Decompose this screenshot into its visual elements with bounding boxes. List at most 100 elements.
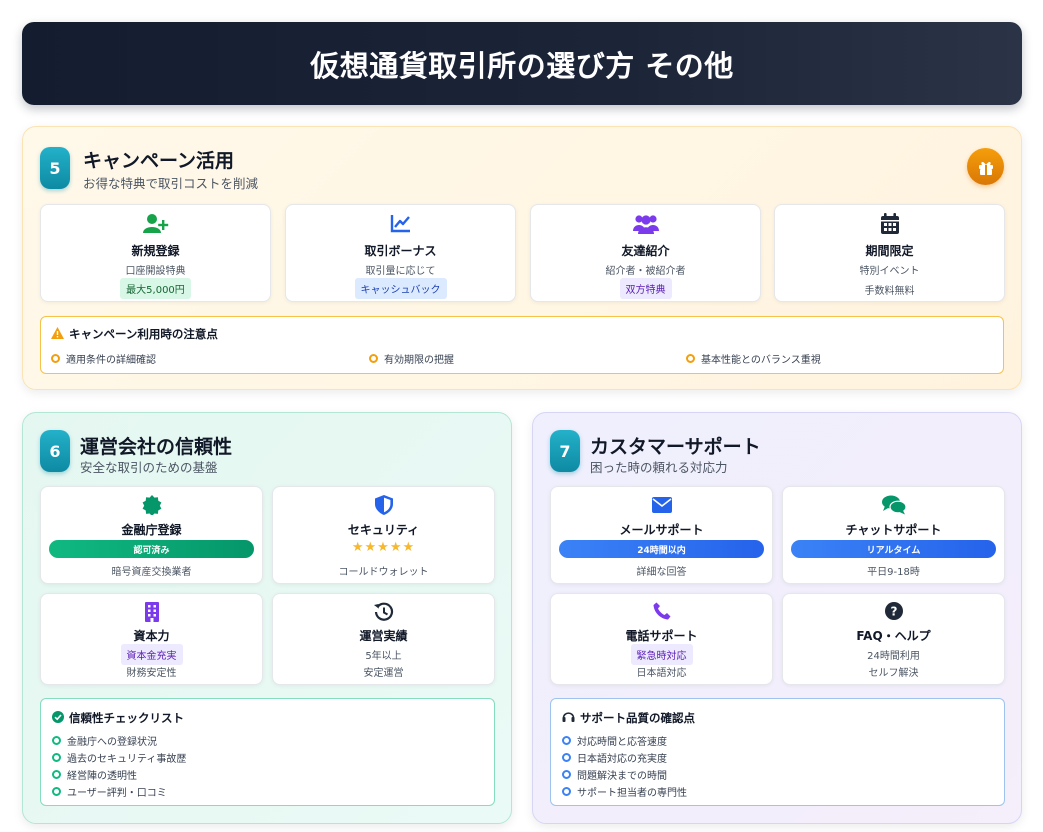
card-tag: 最大5,000円: [120, 278, 191, 299]
card-subtitle: 紹介者・被紹介者: [605, 266, 686, 277]
checklist-item: 対応時間と応答速度: [562, 733, 667, 748]
section-operator-trust: 6 運営会社の信頼性 安全な取引のための基盤 金融庁登録 認可済み 暗号資産交換…: [22, 412, 512, 824]
support-card-chat[interactable]: チャットサポート リアルタイム 平日9-18時: [782, 486, 1005, 584]
card-title: 金融庁登録: [121, 523, 182, 537]
bullet-icon: [52, 787, 61, 796]
checklist-title: 信頼性チェックリスト: [69, 711, 184, 725]
section-title: カスタマーサポート: [590, 436, 761, 458]
certificate-icon: [41, 495, 262, 517]
support-card-faq[interactable]: ? FAQ・ヘルプ 24時間利用 セルフ解決: [782, 593, 1005, 685]
card-tag: 双方特典: [619, 278, 672, 299]
card-detail: 24時間利用: [867, 651, 920, 662]
gift-icon[interactable]: [967, 148, 1004, 185]
card-subtitle: 特別イベント: [859, 266, 920, 277]
checklist-item: 過去のセキュリティ事故歴: [52, 750, 186, 765]
card-title: メールサポート: [619, 523, 704, 537]
bullet-icon: [51, 354, 60, 363]
phone-icon: [551, 602, 772, 624]
card-subtitle: 詳細な回答: [636, 567, 687, 578]
card-tag: 資本金充実: [120, 644, 183, 665]
trust-card-capital[interactable]: 資本力 資本金充実 財務安定性: [40, 593, 263, 685]
card-title: 取引ボーナス: [364, 244, 437, 258]
section-subtitle: 困った時の頼れる対応力: [590, 460, 728, 475]
card-subtitle: 財務安定性: [126, 668, 177, 679]
notice-title: キャンペーン利用時の注意点: [69, 327, 218, 341]
campaign-card-signup[interactable]: 新規登録 口座開設特典 最大5,000円: [40, 204, 271, 302]
checklist-title: サポート品質の確認点: [580, 711, 695, 725]
notice-item: 有効期限の把握: [369, 351, 454, 366]
card-title: 電話サポート: [625, 629, 698, 643]
history-icon: [273, 602, 494, 624]
section-title: 運営会社の信頼性: [80, 436, 233, 458]
support-card-phone[interactable]: 電話サポート 緊急時対応 日本語対応: [550, 593, 773, 685]
card-tag: 緊急時対応: [630, 644, 693, 665]
section-number-badge: 7: [550, 430, 580, 472]
svg-text:?: ?: [890, 605, 897, 619]
card-subtitle: 日本語対応: [636, 668, 687, 679]
status-pill: 24時間以内: [559, 540, 764, 558]
bullet-icon: [562, 736, 571, 745]
notice-item: 適用条件の詳細確認: [51, 351, 156, 366]
trust-card-track-record[interactable]: 運営実績 5年以上 安定運営: [272, 593, 495, 685]
section-subtitle: 安全な取引のための基盤: [80, 460, 218, 475]
headset-icon: [562, 711, 575, 726]
checklist-item: サポート担当者の専門性: [562, 784, 687, 799]
card-title: 期間限定: [865, 244, 914, 258]
rating-stars: ★★★★★: [351, 540, 416, 555]
support-checklist: サポート品質の確認点 対応時間と応答速度 日本語対応の充実度 問題解決までの時間…: [550, 698, 1005, 806]
shield-icon: [273, 495, 494, 517]
status-pill: リアルタイム: [791, 540, 996, 558]
bullet-icon: [562, 753, 571, 762]
envelope-icon: [551, 495, 772, 517]
card-title: 資本力: [133, 629, 170, 643]
page-header: 仮想通貨取引所の選び方 その他: [22, 22, 1022, 105]
card-title: 友達紹介: [621, 244, 670, 258]
card-detail: 手数料無料: [864, 286, 915, 297]
trust-checklist: 信頼性チェックリスト 金融庁への登録状況 過去のセキュリティ事故歴 経営陣の透明…: [40, 698, 495, 806]
bullet-icon: [562, 770, 571, 779]
building-icon: [41, 602, 262, 624]
section-number-badge: 5: [40, 147, 70, 189]
bullet-icon: [52, 736, 61, 745]
bullet-icon: [562, 787, 571, 796]
checklist-item: 日本語対応の充実度: [562, 750, 667, 765]
card-subtitle: コールドウォレット: [338, 567, 429, 578]
card-title: 新規登録: [131, 244, 180, 258]
card-title: チャットサポート: [845, 523, 942, 537]
bullet-icon: [369, 354, 378, 363]
section-customer-support: 7 カスタマーサポート 困った時の頼れる対応力 メールサポート 24時間以内 詳…: [532, 412, 1022, 824]
card-subtitle: 取引量に応じて: [365, 266, 436, 277]
warning-icon: [51, 326, 64, 342]
card-subtitle: セルフ解決: [868, 668, 919, 679]
page-title: 仮想通貨取引所の選び方 その他: [310, 48, 734, 83]
campaign-card-bonus[interactable]: 取引ボーナス 取引量に応じて キャッシュバック: [285, 204, 516, 302]
status-pill: 認可済み: [49, 540, 254, 558]
checklist-item: ユーザー評判・口コミ: [52, 784, 167, 799]
bullet-icon: [52, 770, 61, 779]
campaign-card-limited[interactable]: 期間限定 特別イベント 手数料無料: [774, 204, 1005, 302]
checklist-item: 経営陣の透明性: [52, 767, 137, 782]
bullet-icon: [52, 753, 61, 762]
chart-line-icon: [286, 213, 515, 235]
checklist-item: 金融庁への登録状況: [52, 733, 157, 748]
notice-item: 基本性能とのバランス重視: [686, 351, 821, 366]
question-icon: ?: [783, 602, 1004, 624]
trust-card-fsa[interactable]: 金融庁登録 認可済み 暗号資産交換業者: [40, 486, 263, 584]
card-title: セキュリティ: [347, 523, 420, 537]
card-title: 運営実績: [359, 629, 408, 643]
bullet-icon: [686, 354, 695, 363]
campaign-card-referral[interactable]: 友達紹介 紹介者・被紹介者 双方特典: [530, 204, 761, 302]
section-campaign: 5 キャンペーン活用 お得な特典で取引コストを削減 新規登録 口座開設特典 最大…: [22, 126, 1022, 390]
card-detail: 5年以上: [365, 651, 402, 662]
user-plus-icon: [41, 213, 270, 235]
card-tag: キャッシュバック: [354, 278, 447, 299]
card-subtitle: 口座開設特典: [125, 266, 186, 277]
trust-card-security[interactable]: セキュリティ ★★★★★ コールドウォレット: [272, 486, 495, 584]
card-title: FAQ・ヘルプ: [856, 629, 931, 643]
section-title: キャンペーン活用: [83, 150, 235, 172]
support-card-email[interactable]: メールサポート 24時間以内 詳細な回答: [550, 486, 773, 584]
check-circle-icon: [52, 710, 64, 726]
card-subtitle: 暗号資産交換業者: [111, 567, 192, 578]
calendar-icon: [775, 213, 1004, 235]
card-subtitle: 平日9-18時: [867, 567, 920, 578]
